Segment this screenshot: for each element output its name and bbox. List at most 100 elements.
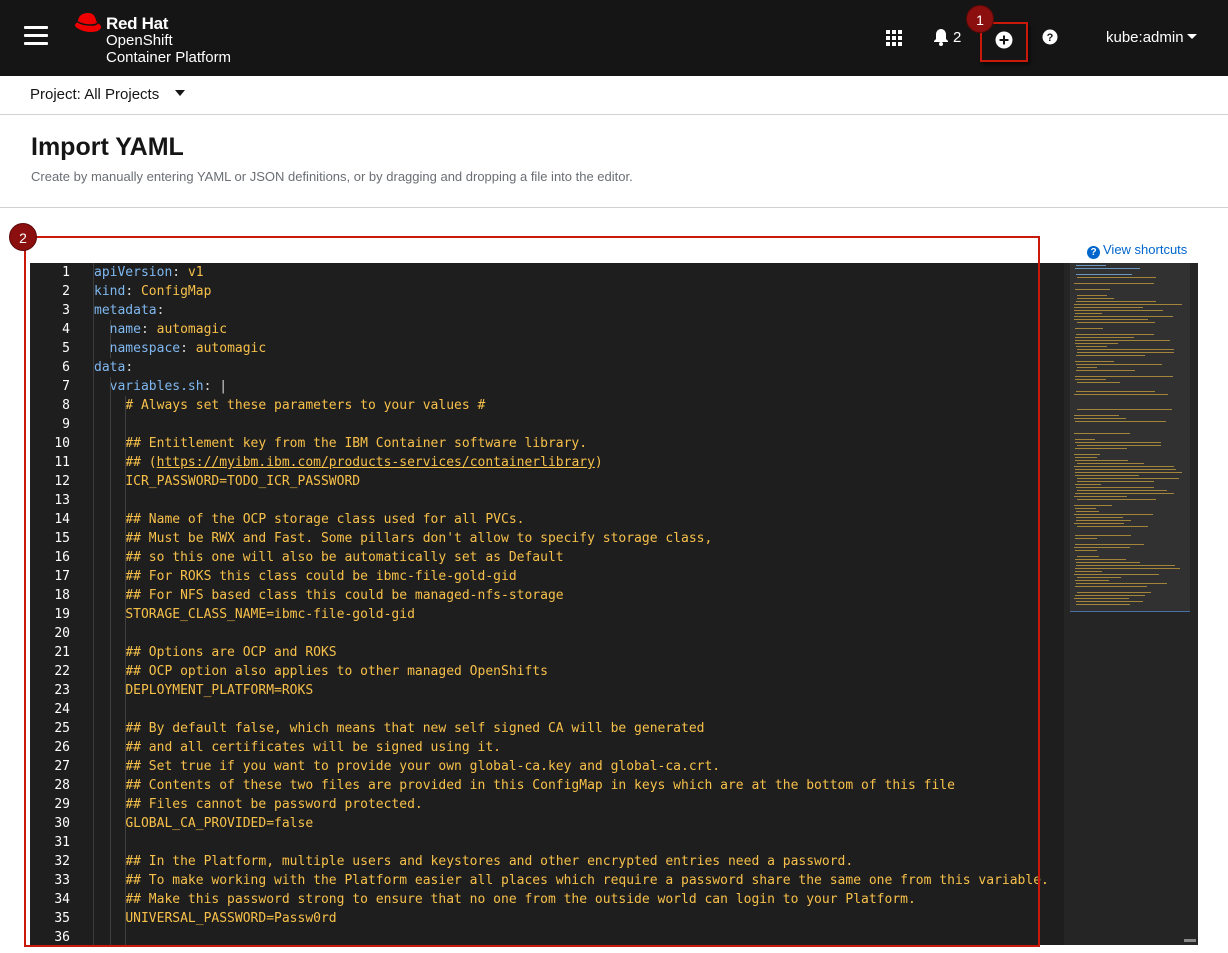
minimap-line	[1074, 304, 1182, 305]
yaml-text: # Always set these parameters to your va…	[125, 398, 486, 413]
notification-count[interactable]: 2	[953, 29, 961, 46]
minimap-line	[1077, 445, 1161, 446]
app-launcher-icon[interactable]	[886, 30, 902, 46]
line-number: 6	[62, 360, 70, 375]
yaml-text: ## (	[125, 455, 157, 470]
code-area[interactable]: apiVersion: v1 kind: ConfigMap metadata: n…	[94, 263, 1064, 945]
minimap-line	[1076, 334, 1154, 335]
minimap-line	[1076, 487, 1154, 488]
minimap-line	[1075, 328, 1103, 329]
minimap-line	[1075, 340, 1170, 341]
indent-guide	[125, 396, 126, 945]
code-line: kind: ConfigMap	[94, 282, 211, 301]
code-line: ## Options are OCP and ROKS	[94, 643, 336, 662]
code-line: STORAGE_CLASS_NAME=ibmc-file-gold-gid	[94, 605, 415, 624]
brand-line3: Container Platform	[106, 49, 232, 66]
code-line: ## OCP option also applies to other mana…	[94, 662, 548, 681]
code-link[interactable]: https://myibm.ibm.com/products-services/…	[157, 455, 595, 470]
minimap-line	[1076, 517, 1123, 518]
horizontal-scrollbar[interactable]	[1184, 939, 1196, 942]
minimap-line	[1075, 313, 1102, 314]
code-line: ## To make working with the Platform eas…	[94, 871, 1049, 890]
minimap-line	[1077, 526, 1148, 527]
line-number: 16	[54, 550, 70, 565]
minimap-line	[1076, 511, 1099, 512]
yaml-value: v1	[187, 265, 204, 280]
project-selector[interactable]: Project: All Projects	[30, 86, 186, 103]
user-name: kube:admin	[1106, 29, 1184, 46]
yaml-key: kind	[94, 284, 126, 299]
line-number: 33	[54, 873, 70, 888]
line-number: 12	[54, 474, 70, 489]
minimap-line	[1076, 274, 1132, 275]
code-line: ## so this one will also be automaticall…	[94, 548, 564, 567]
minimap-line	[1077, 352, 1174, 353]
minimap-line	[1077, 499, 1156, 500]
code-line: metadata:	[94, 301, 164, 320]
minimap-line	[1075, 568, 1180, 569]
divider	[0, 207, 1228, 208]
code-line: DEPLOYMENT_PLATFORM=ROKS	[94, 681, 313, 700]
yaml-text: ## Entitlement key from the IBM Containe…	[125, 436, 588, 451]
yaml-colon: :	[156, 303, 165, 318]
minimap-line	[1077, 322, 1155, 323]
line-number: 24	[54, 702, 70, 717]
view-shortcuts-label: View shortcuts	[1103, 242, 1188, 257]
code-line: ## and all certificates will be signed u…	[94, 738, 501, 757]
code-line: ## In the Platform, multiple users and k…	[94, 852, 853, 871]
minimap-line	[1075, 361, 1114, 362]
line-number: 17	[54, 569, 70, 584]
minimap-line	[1076, 346, 1107, 347]
yaml-text: ## For ROKS this class could be ibmc-fil…	[125, 569, 517, 584]
yaml-text: ## so this one will also be automaticall…	[125, 550, 564, 565]
minimap-line	[1075, 484, 1101, 485]
minimap-line	[1077, 409, 1172, 410]
help-icon[interactable]: ?	[1042, 29, 1058, 45]
minimap-line	[1077, 577, 1121, 578]
menu-icon[interactable]	[24, 26, 48, 46]
caret-down-icon	[1186, 34, 1197, 39]
yaml-key: metadata	[94, 303, 157, 318]
yaml-text: GLOBAL_CA_PROVIDED=false	[125, 816, 314, 831]
minimap-line	[1074, 307, 1143, 308]
minimap-line	[1075, 457, 1097, 458]
minimap-line	[1077, 592, 1151, 593]
bell-icon[interactable]	[933, 28, 949, 46]
code-line: UNIVERSAL_PASSWORD=Passw0rd	[94, 909, 336, 928]
user-menu[interactable]: kube:admin	[1106, 29, 1197, 46]
minimap-line	[1075, 448, 1127, 449]
minimap-line	[1075, 289, 1110, 290]
step-badge-2: 2	[9, 223, 37, 251]
minimap-line	[1074, 418, 1126, 419]
minimap-line	[1075, 538, 1097, 539]
code-line: ## Must be RWX and Fast. Some pillars do…	[94, 529, 712, 548]
yaml-editor[interactable]: 1 2 3 4 5 6 7 8 9 10 11 12 13 14 15 16 17 18 19 20 21 22 23 24 2…	[30, 263, 1198, 945]
project-bar: Project: All Projects	[0, 76, 1228, 115]
minimap-line	[1074, 310, 1163, 311]
minimap-line	[1075, 535, 1131, 536]
caret-down-icon	[175, 90, 186, 96]
yaml-text: ICR_PASSWORD=TODO_ICR_PASSWORD	[125, 474, 361, 489]
yaml-key: namespace	[109, 341, 181, 356]
line-number: 5	[62, 341, 70, 356]
minimap-line	[1076, 565, 1175, 566]
view-shortcuts-link[interactable]: ? View shortcuts	[1087, 242, 1187, 259]
line-number: 30	[54, 816, 70, 831]
minimap[interactable]	[1064, 263, 1198, 945]
minimap-line	[1074, 598, 1129, 599]
yaml-value: |	[219, 379, 228, 394]
minimap-line	[1076, 364, 1162, 365]
minimap-line	[1076, 583, 1167, 584]
line-number: 23	[54, 683, 70, 698]
minimap-line	[1075, 469, 1176, 470]
minimap-line	[1076, 301, 1156, 302]
minimap-line	[1075, 472, 1182, 473]
minimap-line	[1075, 442, 1161, 443]
minimap-line	[1075, 376, 1173, 377]
minimap-line	[1074, 283, 1154, 284]
minimap-line	[1074, 574, 1159, 575]
minimap-line	[1075, 460, 1128, 461]
line-number: 1	[62, 265, 70, 280]
minimap-line	[1075, 439, 1095, 440]
line-number: 2	[62, 284, 70, 299]
